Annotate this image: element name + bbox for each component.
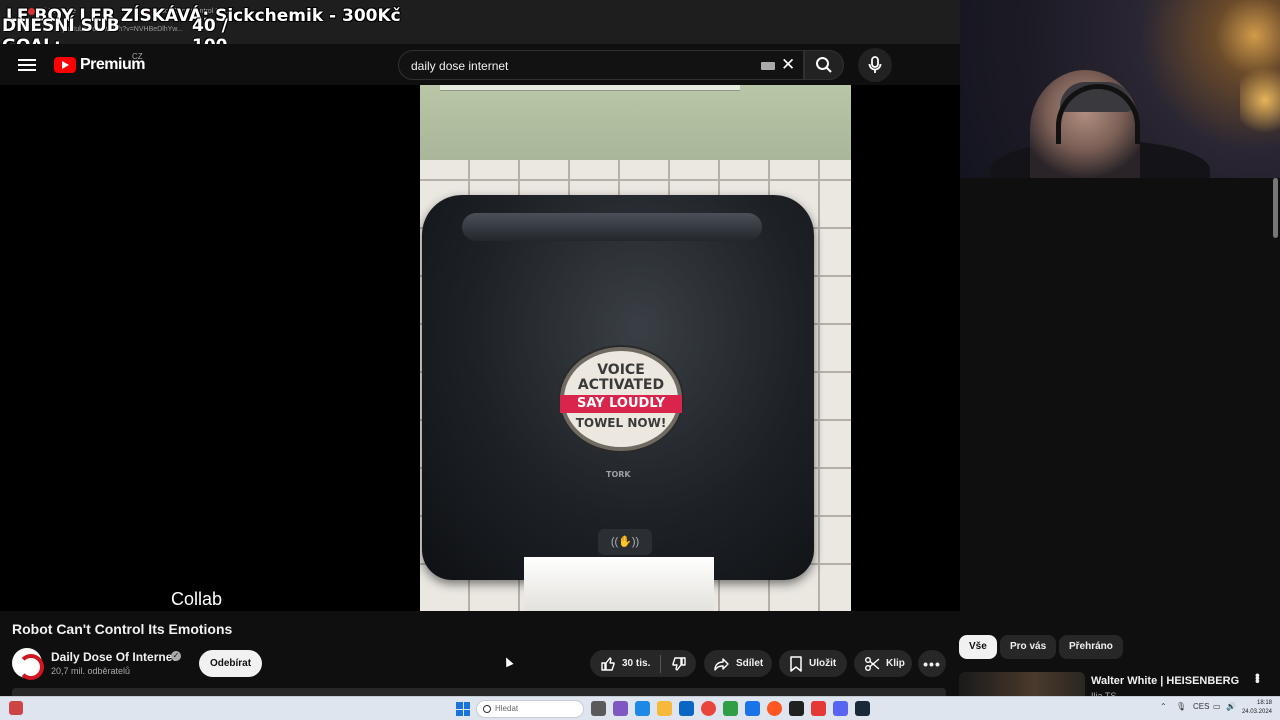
taskbar-app-icon[interactable]: [701, 701, 716, 716]
network-icon[interactable]: ▭: [1213, 702, 1221, 711]
microphone-tray-icon[interactable]: 🎙: [1176, 702, 1186, 711]
search-input[interactable]: daily dose internet ✕: [398, 50, 804, 80]
channel-avatar[interactable]: [12, 648, 44, 680]
kebab-menu-icon[interactable]: •••: [1250, 673, 1266, 682]
clock-time: 18:18: [1256, 700, 1272, 706]
video-player[interactable]: VOICE ACTIVATED SAY LOUDLY TOWEL NOW! TO…: [0, 85, 960, 611]
clock-date: 24.03.2024: [1241, 709, 1272, 715]
chevron-up-icon[interactable]: ⌃: [1160, 702, 1167, 711]
recommended-video-title[interactable]: Walter White | HEISENBERG: [1091, 675, 1239, 687]
widgets-icon[interactable]: [9, 701, 23, 715]
chip-all[interactable]: Vše: [959, 635, 997, 659]
input-language[interactable]: CES: [1193, 702, 1209, 711]
keyboard-icon[interactable]: [761, 62, 775, 70]
video-frame: VOICE ACTIVATED SAY LOUDLY TOWEL NOW! TO…: [420, 85, 851, 611]
like-count[interactable]: 30 tis.: [622, 658, 650, 669]
description-box[interactable]: [12, 688, 946, 696]
sticker-line-3: TOWEL NOW!: [575, 416, 667, 430]
chip-for-you[interactable]: Pro vás: [1000, 635, 1057, 659]
taskbar-app-icon[interactable]: [679, 701, 694, 716]
more-dots-icon: •••: [923, 655, 941, 672]
thumbs-down-icon[interactable]: [671, 656, 687, 672]
taskbar-app-icon[interactable]: [635, 701, 650, 716]
channel-name[interactable]: Daily Dose Of Internet: [51, 650, 176, 664]
clip-label: Klip: [886, 658, 905, 669]
chip-watched[interactable]: Přehráno: [1059, 635, 1123, 659]
taskbar-app-icon[interactable]: [657, 701, 672, 716]
streamer-webcam: [960, 0, 1280, 178]
volume-icon[interactable]: 🔊: [1226, 702, 1236, 711]
menu-icon[interactable]: [16, 56, 38, 74]
windows-start-icon[interactable]: [456, 702, 470, 716]
country-code: CZ: [132, 52, 143, 61]
save-label: Uložit: [809, 658, 837, 669]
mic-icon: [868, 56, 882, 73]
mouse-cursor-icon: [502, 655, 514, 668]
sticker-line-1: VOICE ACTIVATED: [577, 362, 665, 393]
windows-taskbar: Hledat ⌃ 🎙 CES ▭ 🔊 18:18 24.03.2024: [0, 696, 1280, 720]
paper-towel: [524, 557, 714, 611]
taskbar-app-icon[interactable]: [767, 701, 782, 716]
sticker-line-2: SAY LOUDLY: [560, 395, 682, 413]
dispenser-brand: TORK: [606, 470, 631, 479]
share-icon: [714, 657, 729, 671]
youtube-masthead: Premium CZ daily dose internet ✕: [0, 44, 960, 85]
taskbar-app-icon[interactable]: [833, 701, 848, 716]
voice-activated-sticker: VOICE ACTIVATED SAY LOUDLY TOWEL NOW!: [560, 347, 682, 451]
taskbar-app-icon[interactable]: [811, 701, 826, 716]
clip-button[interactable]: Klip: [854, 650, 912, 677]
taskbar-app-icon[interactable]: [855, 701, 870, 716]
taskbar-app-icon[interactable]: [789, 701, 804, 716]
like-dislike-group: 30 tis.: [590, 650, 696, 677]
close-icon[interactable]: ✕: [781, 56, 795, 74]
taskbar-app-icon[interactable]: [723, 701, 738, 716]
hand-wave-icon: ((✋)): [598, 529, 652, 555]
subscribe-button[interactable]: Odebírat: [199, 650, 262, 677]
related-sidebar: [960, 178, 1280, 696]
more-actions-button[interactable]: •••: [918, 650, 946, 677]
search-icon: [816, 57, 832, 73]
subscriber-count: 20,7 mil. odběratelů: [51, 666, 131, 676]
thumbs-up-icon[interactable]: [600, 656, 616, 672]
youtube-play-icon: [54, 57, 76, 73]
search-query: daily dose internet: [411, 59, 509, 73]
taskbar-app-icon[interactable]: [613, 701, 628, 716]
like-divider: [660, 654, 662, 673]
voice-search-button[interactable]: [858, 48, 892, 82]
video-title: Robot Can't Control Its Emotions: [12, 621, 233, 637]
taskbar-search-input[interactable]: Hledat: [476, 700, 584, 718]
wall-trim: [440, 85, 740, 91]
scissors-icon: [865, 656, 880, 671]
dispenser-lid: [462, 213, 762, 241]
lamp-glow: [1240, 60, 1280, 140]
share-label: Sdílet: [736, 658, 764, 669]
search-button[interactable]: [804, 50, 844, 80]
address-bar[interactable]: youtube.com/watch?v=NVHBeDlhYw...: [62, 26, 462, 38]
video-caption: Collab: [171, 589, 223, 609]
taskbar-app-icon[interactable]: [591, 701, 606, 716]
recommended-video-thumbnail[interactable]: [959, 672, 1085, 696]
taskbar-clock[interactable]: 18:18 24.03.2024: [1240, 699, 1272, 717]
save-button[interactable]: Uložit: [779, 650, 847, 677]
share-button[interactable]: Sdílet: [704, 650, 772, 677]
page-scrollbar[interactable]: [1273, 178, 1278, 238]
taskbar-app-icon[interactable]: [745, 701, 760, 716]
painted-wall: [420, 85, 851, 160]
verified-icon: ✓: [171, 651, 181, 661]
bookmark-icon: [790, 655, 802, 672]
